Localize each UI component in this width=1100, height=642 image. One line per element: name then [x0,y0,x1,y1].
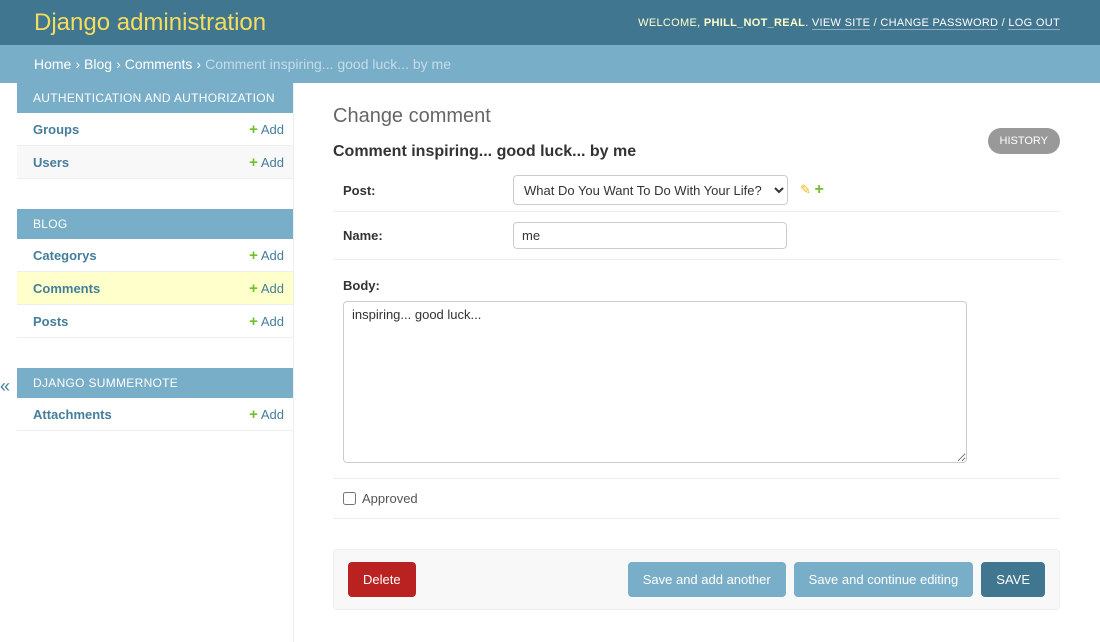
add-plus-icon[interactable]: + [815,181,824,198]
breadcrumb-current: Comment inspiring... good luck... by me [205,56,451,72]
approved-checkbox[interactable] [343,492,356,505]
body-row: Body: inspiring... good luck... [333,260,1060,479]
delete-button[interactable]: Delete [348,562,416,597]
user-tools: WELCOME, PHILL_NOT_REAL. VIEW SITE / CHA… [638,16,1060,30]
body-textarea[interactable]: inspiring... good luck... [343,301,967,463]
logout-link[interactable]: LOG OUT [1008,16,1060,30]
posts-link[interactable]: Posts [33,314,68,329]
save-button[interactable]: SAVE [981,562,1045,597]
post-label: Post: [343,182,376,198]
edit-pencil-icon[interactable]: ✎ [800,182,811,197]
save-and-add-another-button[interactable]: Save and add another [627,562,786,597]
add-users-button[interactable]: + Add [249,154,284,171]
plus-icon: + [249,246,258,264]
add-posts-button[interactable]: + Add [249,313,284,330]
plus-icon: + [249,279,258,297]
sidebar: AUTHENTICATION AND AUTHORIZATION Groups +… [17,83,294,642]
header: Django administration WELCOME, PHILL_NOT… [0,0,1100,45]
add-comments-button[interactable]: + Add [249,280,284,297]
sidebar-item-groups: Groups + Add [17,113,293,146]
module-summernote-caption[interactable]: DJANGO SUMMERNOTE [17,368,293,398]
plus-icon: + [249,312,258,330]
groups-link[interactable]: Groups [33,122,79,137]
module-blog-caption[interactable]: BLOG [17,209,293,239]
add-categorys-button[interactable]: + Add [249,247,284,264]
sidebar-item-users: Users + Add [17,146,293,179]
name-label: Name: [343,228,383,243]
save-and-continue-button[interactable]: Save and continue editing [793,562,974,597]
attachments-link[interactable]: Attachments [33,407,112,422]
post-select[interactable]: What Do You Want To Do With Your Life? [513,175,788,205]
page-title: Change comment [333,105,491,127]
module-auth-caption[interactable]: AUTHENTICATION AND AUTHORIZATION [17,83,293,113]
plus-icon: + [249,405,258,423]
breadcrumb: Home › Blog › Comments › Comment inspiring.… [0,45,1100,83]
collapse-sidebar-icon[interactable]: « [0,376,10,397]
users-link[interactable]: Users [33,155,69,170]
breadcrumb-blog[interactable]: Blog [84,56,112,72]
change-password-link[interactable]: CHANGE PASSWORD [880,16,999,30]
categorys-link[interactable]: Categorys [33,248,97,263]
add-groups-button[interactable]: + Add [249,121,284,138]
body-label: Body: [343,278,380,293]
approved-row: Approved [333,479,1060,519]
submit-row: Delete Save and add another Save and con… [333,549,1060,610]
username: PHILL_NOT_REAL [703,16,806,29]
breadcrumb-comments[interactable]: Comments [125,56,193,72]
object-title: Comment inspiring... good luck... by me [333,143,637,160]
add-attachments-button[interactable]: + Add [249,406,284,423]
sidebar-item-comments: Comments + Add [17,272,293,305]
welcome-text: WELCOME, [638,16,701,29]
comments-link[interactable]: Comments [33,281,100,296]
view-site-link[interactable]: VIEW SITE [811,16,871,30]
name-input[interactable] [513,222,787,249]
sidebar-item-attachments: Attachments + Add [17,398,293,431]
approved-label: Approved [362,491,418,506]
sidebar-item-posts: Posts + Add [17,305,293,338]
plus-icon: + [249,153,258,171]
breadcrumb-home[interactable]: Home [34,56,71,72]
history-button[interactable]: HISTORY [987,128,1060,154]
plus-icon: + [249,120,258,138]
sidebar-item-categorys: Categorys + Add [17,239,293,272]
name-row: Name: [333,212,1060,260]
content: Change comment HISTORY Comment inspiring… [333,83,1060,610]
post-row: Post: What Do You Want To Do With Your L… [333,169,1060,212]
site-title[interactable]: Django administration [34,9,266,37]
